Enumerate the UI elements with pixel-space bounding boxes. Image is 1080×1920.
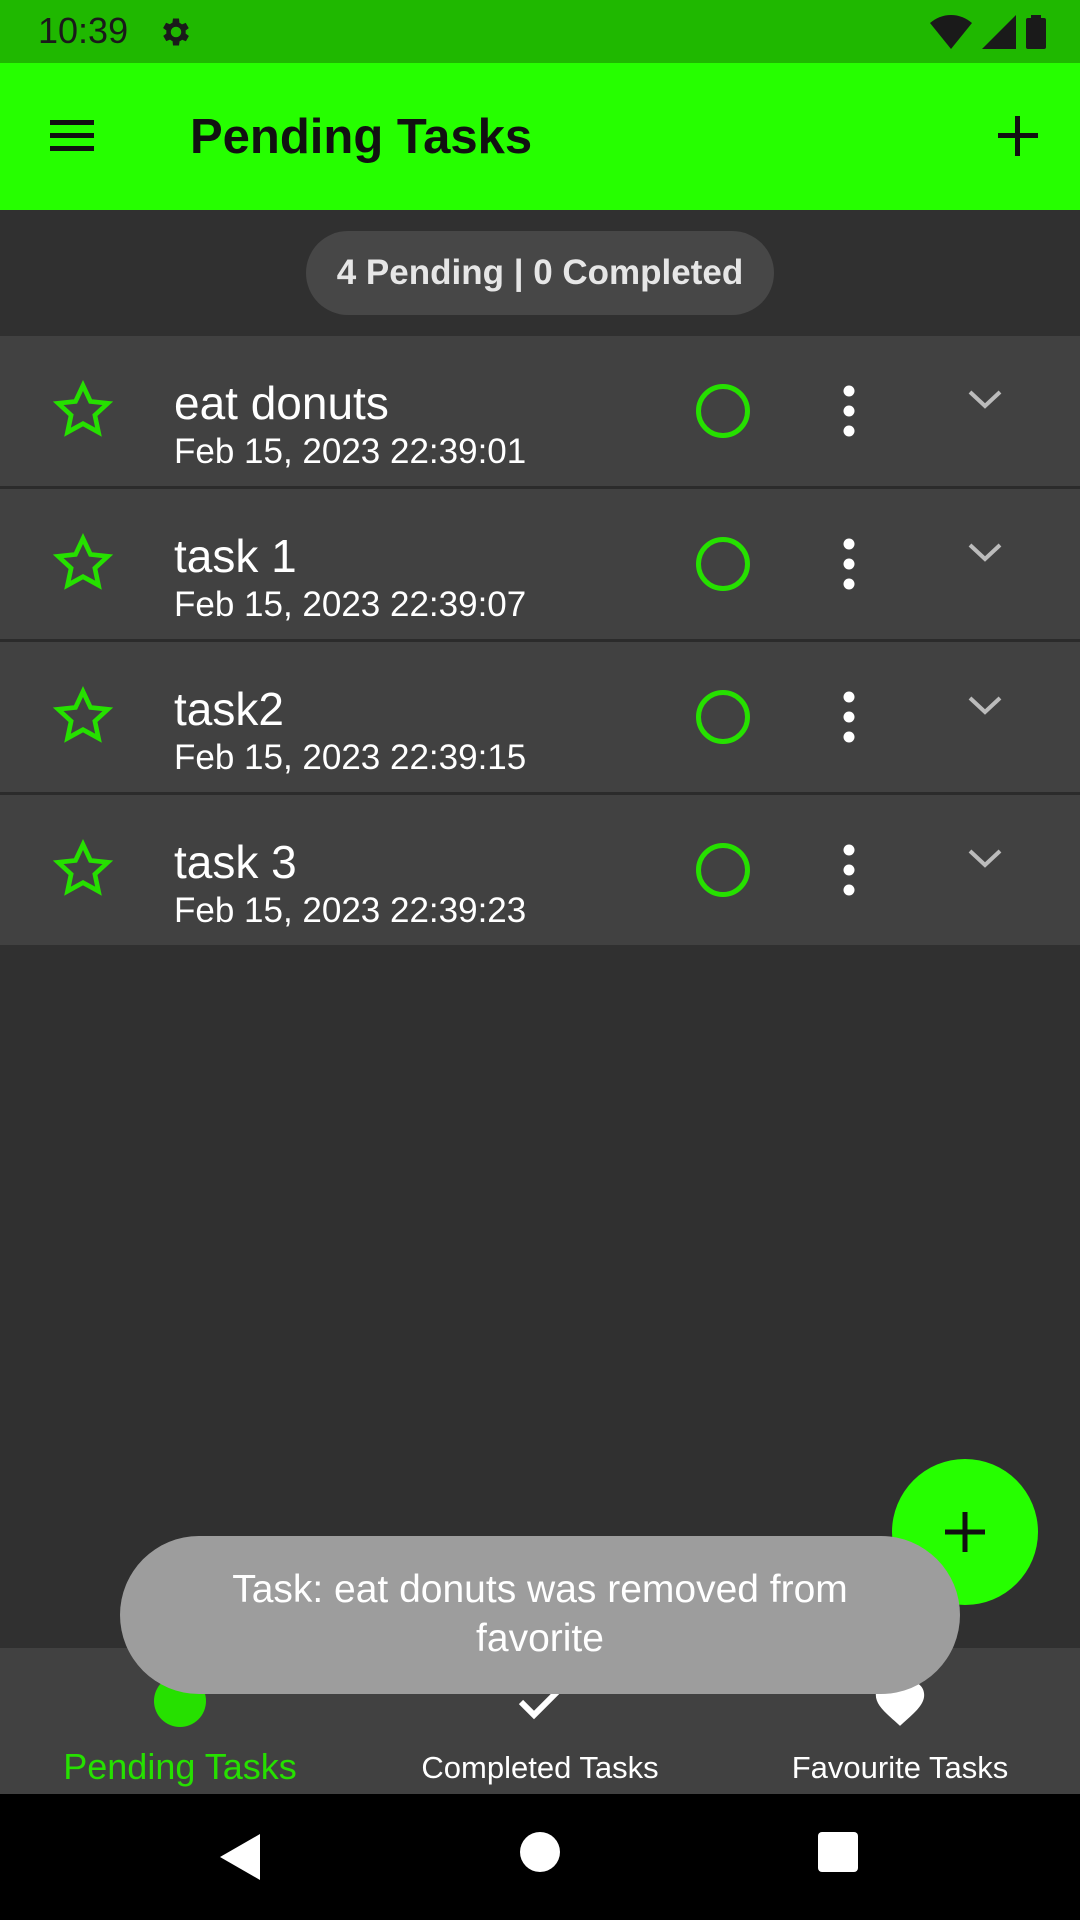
complete-task-circle-icon[interactable] <box>696 384 750 438</box>
status-time: 10:39 <box>38 10 129 51</box>
back-icon[interactable] <box>216 1832 262 1882</box>
chevron-down-icon[interactable] <box>960 680 1010 730</box>
wifi-icon <box>930 15 972 49</box>
favorite-star-icon[interactable] <box>52 379 114 441</box>
task-row[interactable]: eat donuts Feb 15, 2023 22:39:01 <box>0 336 1080 489</box>
more-options-icon[interactable] <box>826 535 872 593</box>
nav-label: Favourite Tasks <box>791 1750 1009 1785</box>
favorite-star-icon[interactable] <box>52 838 114 900</box>
chevron-down-icon[interactable] <box>960 527 1010 577</box>
toast-text: Task: eat donuts was removed from favori… <box>232 1568 848 1660</box>
nav-label: Pending Tasks <box>63 1746 297 1787</box>
toast-message: Task: eat donuts was removed from favori… <box>120 1536 960 1694</box>
task-date: Feb 15, 2023 22:39:01 <box>174 432 527 471</box>
more-options-icon[interactable] <box>826 382 872 440</box>
complete-task-circle-icon[interactable] <box>696 690 750 744</box>
favorite-star-icon[interactable] <box>52 685 114 747</box>
task-title: task 1 <box>174 530 297 582</box>
chevron-down-icon[interactable] <box>960 374 1010 424</box>
task-row[interactable]: task 3 Feb 15, 2023 22:39:23 <box>0 795 1080 945</box>
task-summary-text: 4 Pending | 0 Completed <box>336 253 744 292</box>
status-bar: 10:39 <box>0 0 1080 63</box>
more-options-icon[interactable] <box>826 841 872 899</box>
task-title: task 3 <box>174 836 297 888</box>
task-row[interactable]: task 1 Feb 15, 2023 22:39:07 <box>0 489 1080 642</box>
task-date: Feb 15, 2023 22:39:15 <box>174 738 527 777</box>
system-navigation-bar <box>0 1794 1080 1920</box>
task-list: eat donuts Feb 15, 2023 22:39:01 task 1 … <box>0 336 1080 945</box>
task-title: eat donuts <box>174 377 389 429</box>
battery-icon <box>1026 15 1046 49</box>
menu-icon[interactable] <box>42 108 102 164</box>
page-title: Pending Tasks <box>190 110 533 164</box>
settings-gear-icon <box>163 18 189 46</box>
plus-icon <box>945 1512 985 1552</box>
nav-label: Completed Tasks <box>421 1750 659 1785</box>
home-icon[interactable] <box>520 1832 560 1872</box>
recents-icon[interactable] <box>818 1832 858 1872</box>
task-summary-badge: 4 Pending | 0 Completed <box>306 231 774 315</box>
add-task-icon[interactable] <box>990 108 1046 164</box>
favorite-star-icon[interactable] <box>52 532 114 594</box>
task-date: Feb 15, 2023 22:39:23 <box>174 891 527 930</box>
task-row[interactable]: task2 Feb 15, 2023 22:39:15 <box>0 642 1080 795</box>
complete-task-circle-icon[interactable] <box>696 843 750 897</box>
task-date: Feb 15, 2023 22:39:07 <box>174 585 527 624</box>
chevron-down-icon[interactable] <box>960 833 1010 883</box>
app-bar: Pending Tasks <box>0 63 1080 210</box>
task-title: task2 <box>174 683 284 735</box>
complete-task-circle-icon[interactable] <box>696 537 750 591</box>
more-options-icon[interactable] <box>826 688 872 746</box>
status-indicators <box>930 14 1046 50</box>
cell-signal-icon <box>982 15 1016 49</box>
